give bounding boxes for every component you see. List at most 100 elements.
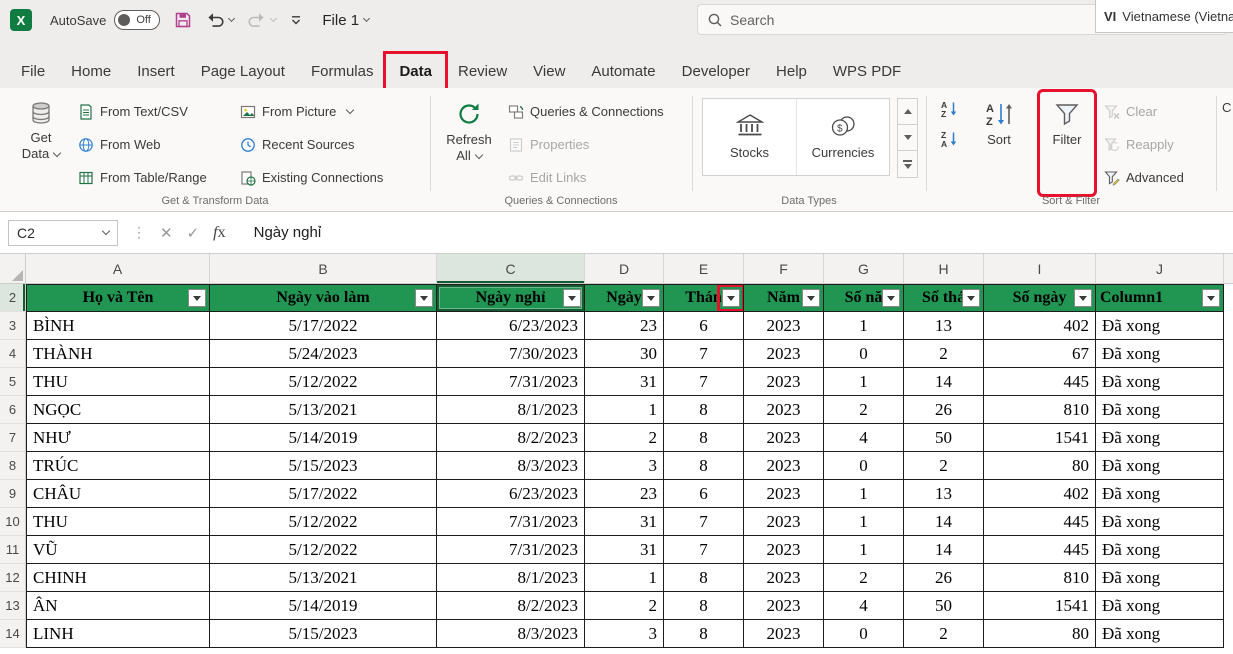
filter-button-F[interactable] [802,289,820,307]
customize-qat-button[interactable] [290,14,302,26]
button-recent-sources[interactable]: Recent Sources [240,131,383,158]
cell-B9[interactable]: 5/17/2022 [210,480,437,508]
cell-E9[interactable]: 6 [664,480,744,508]
cell-H3[interactable]: 13 [904,312,984,340]
cell-J12[interactable]: Đã xong [1096,564,1224,592]
cell-A14[interactable]: LINH [26,620,210,648]
button-from-text-csv[interactable]: From Text/CSV [78,98,207,125]
cell-D12[interactable]: 1 [585,564,664,592]
cell-I5[interactable]: 445 [984,368,1096,396]
cell-C9[interactable]: 6/23/2023 [437,480,585,508]
column-header-F[interactable]: F [744,254,824,284]
cell-F2[interactable]: Năm [744,284,824,312]
cell-G8[interactable]: 0 [824,452,904,480]
cell-G12[interactable]: 2 [824,564,904,592]
cell-F11[interactable]: 2023 [744,536,824,564]
gallery-up-icon[interactable] [898,99,917,125]
tab-formulas[interactable]: Formulas [298,54,387,88]
sort-descending-button[interactable]: ZA [936,126,962,152]
cell-D11[interactable]: 31 [585,536,664,564]
filter-button-E[interactable] [722,289,740,307]
cell-D5[interactable]: 31 [585,368,664,396]
cell-A6[interactable]: NGỌC [26,396,210,424]
row-header-7[interactable]: 7 [0,424,26,452]
cell-D10[interactable]: 31 [585,508,664,536]
filter-button[interactable]: Filter [1040,92,1094,194]
cell-D2[interactable]: Ngày [585,284,664,312]
cell-D8[interactable]: 3 [585,452,664,480]
filter-button-D[interactable] [642,289,660,307]
filter-button-I[interactable] [1074,289,1092,307]
cell-J7[interactable]: Đã xong [1096,424,1224,452]
cell-D4[interactable]: 30 [585,340,664,368]
cell-F10[interactable]: 2023 [744,508,824,536]
tab-page-layout[interactable]: Page Layout [188,54,298,88]
cell-J6[interactable]: Đã xong [1096,396,1224,424]
cell-D3[interactable]: 23 [585,312,664,340]
autosave-toggle[interactable]: Off [114,10,160,30]
cell-G4[interactable]: 0 [824,340,904,368]
cell-I4[interactable]: 67 [984,340,1096,368]
cell-J2[interactable]: Column1 [1096,284,1224,312]
cell-A11[interactable]: VŨ [26,536,210,564]
row-header-12[interactable]: 12 [0,564,26,592]
filter-button-H[interactable] [962,289,980,307]
column-header-H[interactable]: H [904,254,984,284]
cell-A12[interactable]: CHINH [26,564,210,592]
button-from-web[interactable]: From Web [78,131,207,158]
cell-C3[interactable]: 6/23/2023 [437,312,585,340]
cell-E11[interactable]: 7 [664,536,744,564]
column-header-E[interactable]: E [664,254,744,284]
cell-G7[interactable]: 4 [824,424,904,452]
cell-G13[interactable]: 4 [824,592,904,620]
filter-button-G[interactable] [882,289,900,307]
column-header-G[interactable]: G [824,254,904,284]
tab-wps-pdf[interactable]: WPS PDF [820,54,914,88]
language-indicator[interactable]: VI Vietnamese (Vietna [1095,0,1233,33]
cell-J11[interactable]: Đã xong [1096,536,1224,564]
cell-E3[interactable]: 6 [664,312,744,340]
cell-I13[interactable]: 1541 [984,592,1096,620]
cell-I11[interactable]: 445 [984,536,1096,564]
cell-B5[interactable]: 5/12/2022 [210,368,437,396]
tab-home[interactable]: Home [58,54,124,88]
row-header-13[interactable]: 13 [0,592,26,620]
cell-B11[interactable]: 5/12/2022 [210,536,437,564]
cell-G11[interactable]: 1 [824,536,904,564]
cell-H13[interactable]: 50 [904,592,984,620]
sort-ascending-button[interactable]: AZ [936,96,962,122]
cell-C14[interactable]: 8/3/2023 [437,620,585,648]
column-header-C[interactable]: C [437,254,585,284]
cell-J9[interactable]: Đã xong [1096,480,1224,508]
cell-J8[interactable]: Đã xong [1096,452,1224,480]
row-header-2[interactable]: 2 [0,284,26,312]
tab-view[interactable]: View [520,54,578,88]
cell-B3[interactable]: 5/17/2022 [210,312,437,340]
row-header-9[interactable]: 9 [0,480,26,508]
name-box[interactable]: C2 [8,220,118,246]
cell-F14[interactable]: 2023 [744,620,824,648]
filter-button-J[interactable] [1202,289,1220,307]
filter-button-A[interactable] [188,289,206,307]
cell-B13[interactable]: 5/14/2019 [210,592,437,620]
cell-B7[interactable]: 5/14/2019 [210,424,437,452]
cell-I7[interactable]: 1541 [984,424,1096,452]
cell-G5[interactable]: 1 [824,368,904,396]
cell-F6[interactable]: 2023 [744,396,824,424]
save-button[interactable] [174,11,192,29]
tab-review[interactable]: Review [445,54,520,88]
cell-B2[interactable]: Ngày vào làm [210,284,437,312]
cell-H12[interactable]: 26 [904,564,984,592]
cell-E4[interactable]: 7 [664,340,744,368]
tab-data[interactable]: Data [386,54,445,88]
button-advanced[interactable]: Advanced [1104,164,1184,191]
cell-A2[interactable]: Họ và Tên [26,284,210,312]
cell-I6[interactable]: 810 [984,396,1096,424]
tab-automate[interactable]: Automate [578,54,668,88]
cell-I14[interactable]: 80 [984,620,1096,648]
cell-B10[interactable]: 5/12/2022 [210,508,437,536]
cell-A13[interactable]: ÂN [26,592,210,620]
cell-G14[interactable]: 0 [824,620,904,648]
tab-file[interactable]: File [8,54,58,88]
cell-H2[interactable]: Số thá [904,284,984,312]
